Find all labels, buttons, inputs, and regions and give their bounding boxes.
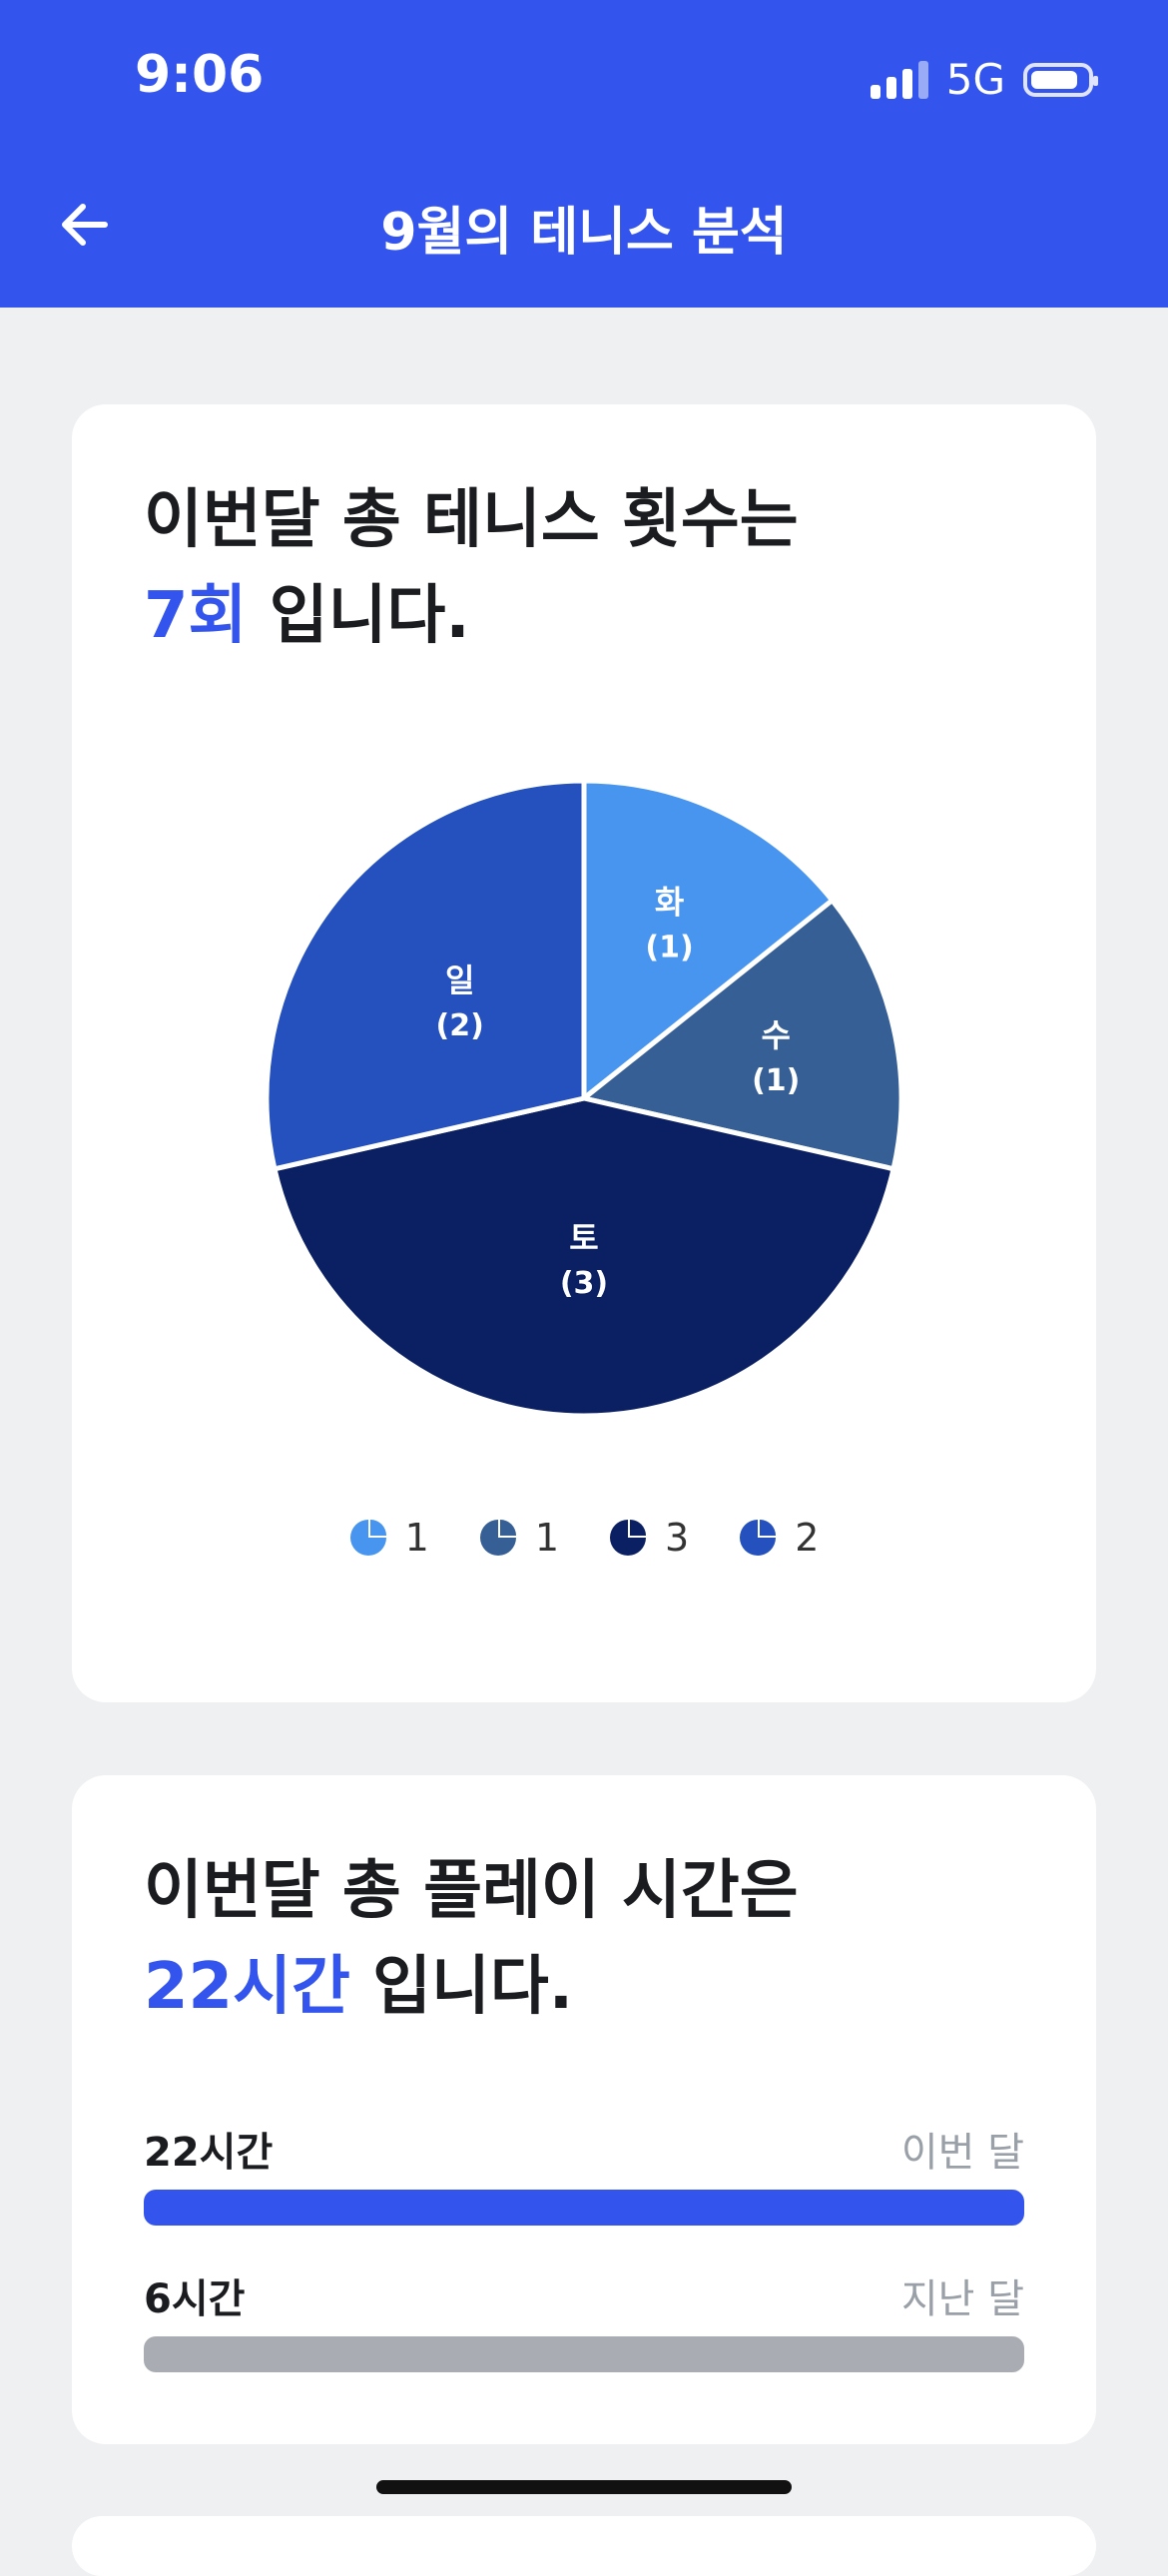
this-month-caption: 이번 달 xyxy=(900,2130,1024,2176)
pie-slice-3 xyxy=(264,778,587,1172)
pie-chart-icon xyxy=(479,1520,516,1556)
this-month-hours: 22시간 xyxy=(144,2130,274,2176)
network-label: 5G xyxy=(945,55,1005,104)
pie-label-3: 일 xyxy=(445,962,474,999)
pie-chart-icon xyxy=(349,1520,386,1556)
legend-value-2: 3 xyxy=(665,1516,690,1560)
legend-item-1: 1 xyxy=(479,1516,559,1560)
pie-label-2: 토 xyxy=(569,1219,598,1257)
play-time-line1: 이번달 총 플레이 시간은 xyxy=(144,1854,799,1928)
home-indicator xyxy=(376,2480,792,2494)
this-month-bar-row: 22시간 이번 달 xyxy=(144,2120,1024,2226)
pie-value-3: (2) xyxy=(436,1008,484,1043)
page-title: 9월의 테니스 분석 xyxy=(380,203,788,263)
next-card xyxy=(72,2516,1096,2576)
pie-value-0: (1) xyxy=(645,930,693,965)
play-time-line2: 22시간 입니다. xyxy=(144,1939,799,2035)
last-month-hours: 6시간 xyxy=(144,2276,246,2322)
pie-value-1: (1) xyxy=(752,1063,800,1098)
pie-legend: 1 1 3 2 xyxy=(72,1516,1096,1560)
last-month-caption: 지난 달 xyxy=(900,2276,1024,2322)
legend-value-3: 2 xyxy=(795,1516,820,1560)
play-time-suffix: 입니다. xyxy=(349,1950,574,2024)
legend-value-1: 1 xyxy=(534,1516,559,1560)
play-time-value: 22시간 xyxy=(144,1950,350,2024)
battery-icon xyxy=(1023,62,1098,97)
status-indicators: 5G xyxy=(870,55,1098,104)
play-time-card: 이번달 총 플레이 시간은 22시간 입니다. 22시간 이번 달 6시간 지난… xyxy=(72,1775,1096,2444)
pie-chart-icon xyxy=(740,1520,777,1556)
play-time-headline: 이번달 총 플레이 시간은 22시간 입니다. xyxy=(144,1843,799,2035)
weekday-pie-chart: 화 (1) 수 (1) 토 (3) 일 (2) xyxy=(264,778,904,1419)
signal-icon xyxy=(870,60,928,99)
pie-label-1: 수 xyxy=(761,1016,790,1054)
app-header: 9:06 5G 9월의 테니스 분석 xyxy=(0,0,1168,308)
last-month-bar-row: 6시간 지난 달 xyxy=(144,2266,1024,2372)
status-time: 9:06 xyxy=(135,45,265,105)
pie-value-2: (3) xyxy=(560,1266,608,1301)
legend-item-0: 1 xyxy=(349,1516,429,1560)
legend-item-2: 3 xyxy=(609,1516,689,1560)
pie-chart-icon xyxy=(610,1520,646,1556)
this-month-bar xyxy=(144,2190,1024,2226)
last-month-bar xyxy=(144,2336,1024,2372)
legend-item-3: 2 xyxy=(739,1516,819,1560)
legend-value-0: 1 xyxy=(404,1516,429,1560)
tennis-count-card: 이번달 총 테니스 횟수는 7회 입니다. 화 (1) 수 (1) 토 (3) 일 (2) 1… xyxy=(72,404,1096,1702)
pie-label-0: 화 xyxy=(655,883,684,921)
